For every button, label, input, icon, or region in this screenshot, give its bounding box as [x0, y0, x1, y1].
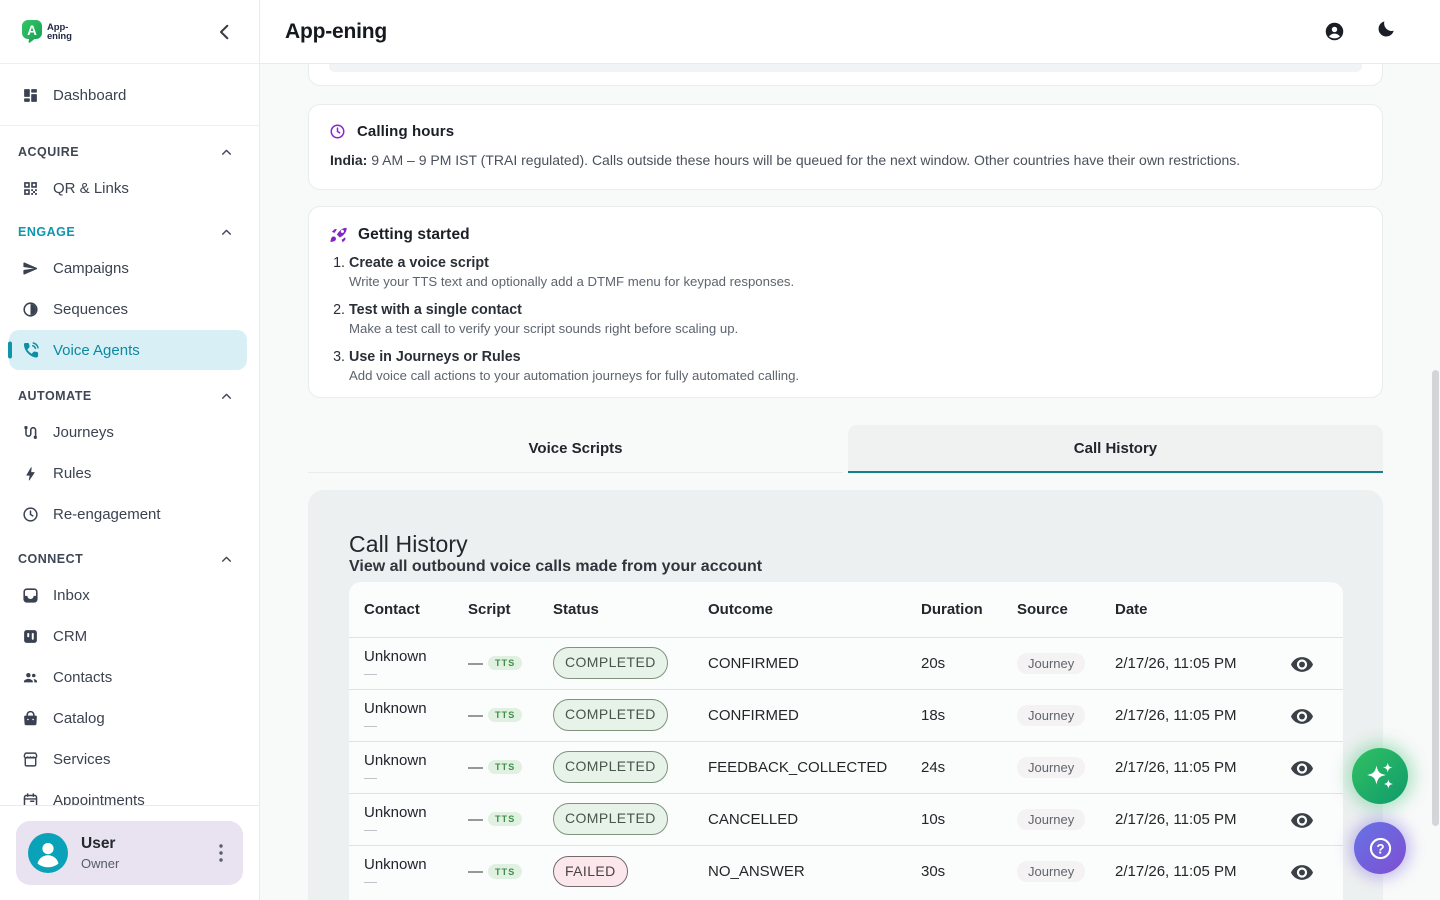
svg-text:A: A — [27, 23, 37, 38]
svg-text:?: ? — [1376, 841, 1384, 856]
